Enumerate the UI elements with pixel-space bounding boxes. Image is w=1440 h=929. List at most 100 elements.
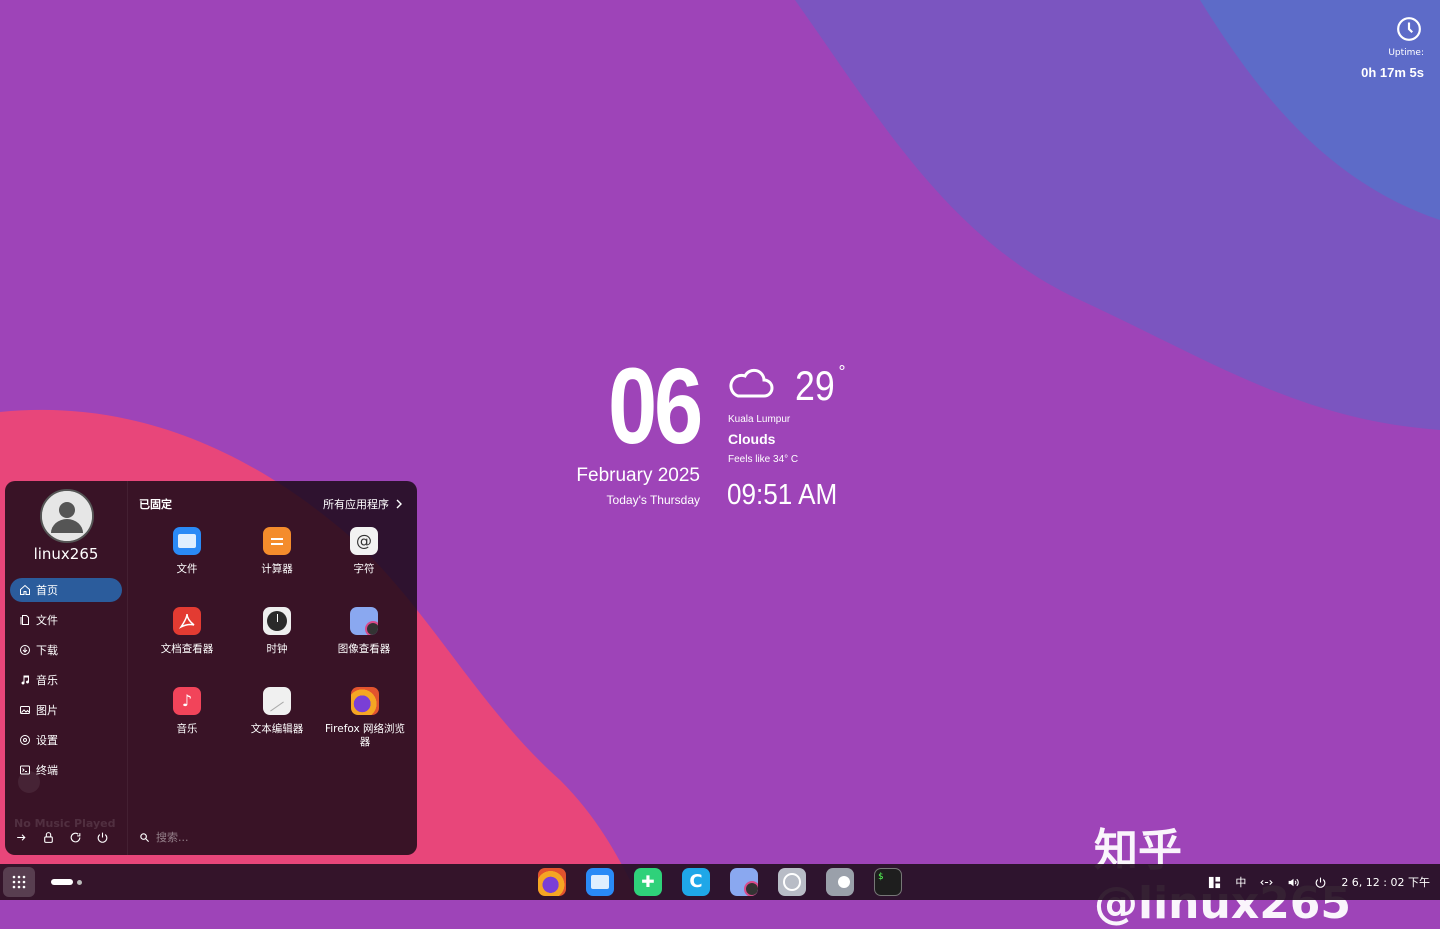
weather-degree: ° bbox=[838, 362, 846, 381]
system-tray: 中 2 6, 12 : 02 下午 bbox=[1194, 864, 1430, 900]
image-icon bbox=[20, 706, 30, 714]
date-month-year: February 2025 bbox=[576, 465, 700, 486]
image-viewer-icon bbox=[350, 607, 378, 635]
sidebar-item-label: 文件 bbox=[36, 614, 58, 627]
weather-condition: Clouds bbox=[728, 431, 776, 447]
restart-icon[interactable] bbox=[69, 831, 82, 844]
clock-app-icon bbox=[263, 607, 291, 635]
dock-files-icon[interactable] bbox=[586, 868, 614, 896]
dock-toggle-app-icon[interactable] bbox=[826, 868, 854, 896]
lock-icon[interactable] bbox=[42, 831, 55, 844]
pinned-section-title: 已固定 bbox=[139, 498, 172, 511]
sidebar-item-downloads[interactable]: 下载 bbox=[10, 638, 122, 662]
dock: ✚ C $ bbox=[538, 868, 902, 896]
app-text-editor[interactable]: 文本编辑器 bbox=[233, 685, 321, 736]
app-label: 字符 bbox=[353, 563, 375, 575]
app-label: 文件 bbox=[176, 563, 198, 575]
power-menu-icon[interactable] bbox=[1314, 876, 1327, 889]
network-icon[interactable] bbox=[1260, 876, 1273, 889]
app-label: 文档查看器 bbox=[160, 643, 214, 655]
logout-icon[interactable] bbox=[15, 831, 28, 844]
dock-firefox-icon[interactable] bbox=[538, 868, 566, 896]
calculator-icon bbox=[263, 527, 291, 555]
date-day: 06 bbox=[608, 345, 703, 466]
files-app-icon bbox=[173, 527, 201, 555]
all-apps-link[interactable]: 所有应用程序 bbox=[323, 496, 403, 512]
workspace-active[interactable] bbox=[51, 879, 73, 885]
sidebar-item-files[interactable]: 文件 bbox=[10, 608, 122, 632]
power-icon[interactable] bbox=[96, 831, 109, 844]
app-characters[interactable]: @ 字符 bbox=[320, 525, 408, 576]
clock-icon bbox=[1397, 17, 1421, 41]
search-icon bbox=[140, 832, 150, 842]
sidebar-item-settings[interactable]: 设置 bbox=[10, 728, 122, 752]
download-icon bbox=[20, 645, 30, 655]
app-label: 文本编辑器 bbox=[250, 723, 304, 735]
files-icon bbox=[20, 615, 29, 625]
dock-c-browser-icon[interactable]: C bbox=[682, 868, 710, 896]
taskbar: ✚ C $ 中 2 6, 12 : 02 下午 bbox=[0, 864, 1440, 900]
chevron-right-icon bbox=[396, 499, 402, 509]
settings-icon bbox=[20, 735, 30, 745]
input-method-indicator[interactable]: 中 bbox=[1235, 874, 1246, 890]
uptime-widget: Uptime: 0h 17m 5s bbox=[1314, 16, 1424, 80]
home-icon bbox=[20, 584, 30, 595]
start-menu: linux265 首页 文件 下载 音乐 图片 设置 终端 No Music P… bbox=[5, 481, 417, 855]
dock-settings-app-icon[interactable] bbox=[778, 868, 806, 896]
grid-icon bbox=[12, 875, 26, 889]
app-firefox[interactable]: Firefox 网络浏览器 bbox=[320, 685, 410, 749]
app-music[interactable]: ♪ 音乐 bbox=[143, 685, 231, 736]
dock-terminal-app-icon[interactable]: $ bbox=[874, 868, 902, 896]
search-field[interactable]: 搜索... bbox=[139, 829, 189, 845]
search-placeholder: 搜索... bbox=[156, 831, 189, 844]
sidebar-item-label: 图片 bbox=[36, 704, 58, 717]
app-label: 计算器 bbox=[261, 563, 293, 575]
music-disc-icon bbox=[18, 771, 40, 793]
start-menu-sidebar: linux265 首页 文件 下载 音乐 图片 设置 终端 No Music P… bbox=[5, 481, 128, 855]
sidebar-item-pictures[interactable]: 图片 bbox=[10, 698, 122, 722]
app-document-viewer[interactable]: 文档查看器 bbox=[143, 605, 231, 656]
sidebar-item-home[interactable]: 首页 bbox=[10, 578, 122, 602]
app-calculator[interactable]: 计算器 bbox=[233, 525, 321, 576]
workspace-indicator[interactable] bbox=[51, 879, 82, 885]
sidebar-item-music[interactable]: 音乐 bbox=[10, 668, 122, 692]
taskbar-clock[interactable]: 2 6, 12 : 02 下午 bbox=[1341, 874, 1430, 890]
sidebar-item-label: 首页 bbox=[36, 584, 58, 597]
layout-icon[interactable] bbox=[1208, 876, 1221, 889]
workspace-inactive[interactable] bbox=[77, 879, 82, 885]
weather-city: Kuala Lumpur bbox=[728, 414, 791, 425]
sidebar-nav: 首页 文件 下载 音乐 图片 设置 终端 bbox=[10, 578, 122, 788]
sidebar-item-label: 音乐 bbox=[36, 674, 58, 687]
user-avatar-icon bbox=[42, 491, 92, 541]
app-label: 图像查看器 bbox=[337, 643, 391, 655]
dock-puzzle-icon[interactable]: ✚ bbox=[634, 868, 662, 896]
session-actions bbox=[15, 831, 109, 844]
dock-image-viewer-icon[interactable] bbox=[730, 868, 758, 896]
music-app-icon: ♪ bbox=[173, 687, 201, 715]
app-label: Firefox 网络浏览器 bbox=[324, 723, 406, 748]
clock-time: 09:51 AM bbox=[727, 479, 838, 511]
sidebar-item-label: 终端 bbox=[36, 764, 58, 777]
username: linux265 bbox=[33, 545, 99, 563]
app-files[interactable]: 文件 bbox=[143, 525, 231, 576]
music-note-icon bbox=[21, 675, 30, 685]
music-status: No Music Played bbox=[14, 817, 116, 830]
sidebar-item-label: 下载 bbox=[36, 644, 58, 657]
date-weekday: Today's Thursday bbox=[606, 493, 700, 507]
avatar[interactable] bbox=[40, 489, 94, 543]
app-label: 时钟 bbox=[266, 643, 288, 655]
weather-temperature: 29 bbox=[795, 362, 835, 409]
pdf-viewer-icon bbox=[173, 607, 201, 635]
pdf-glyph-icon bbox=[178, 613, 195, 629]
characters-icon: @ bbox=[350, 527, 378, 555]
weather-feels-like: Feels like 34° C bbox=[728, 454, 799, 465]
text-editor-icon bbox=[263, 687, 291, 715]
volume-icon[interactable] bbox=[1287, 876, 1300, 889]
app-clock[interactable]: 时钟 bbox=[233, 605, 321, 656]
sidebar-item-label: 设置 bbox=[36, 734, 58, 747]
all-apps-label: 所有应用程序 bbox=[323, 498, 389, 511]
app-launcher-button[interactable] bbox=[3, 867, 35, 897]
cloud-icon bbox=[729, 368, 774, 398]
app-image-viewer[interactable]: 图像查看器 bbox=[320, 605, 408, 656]
app-label: 音乐 bbox=[176, 723, 198, 735]
